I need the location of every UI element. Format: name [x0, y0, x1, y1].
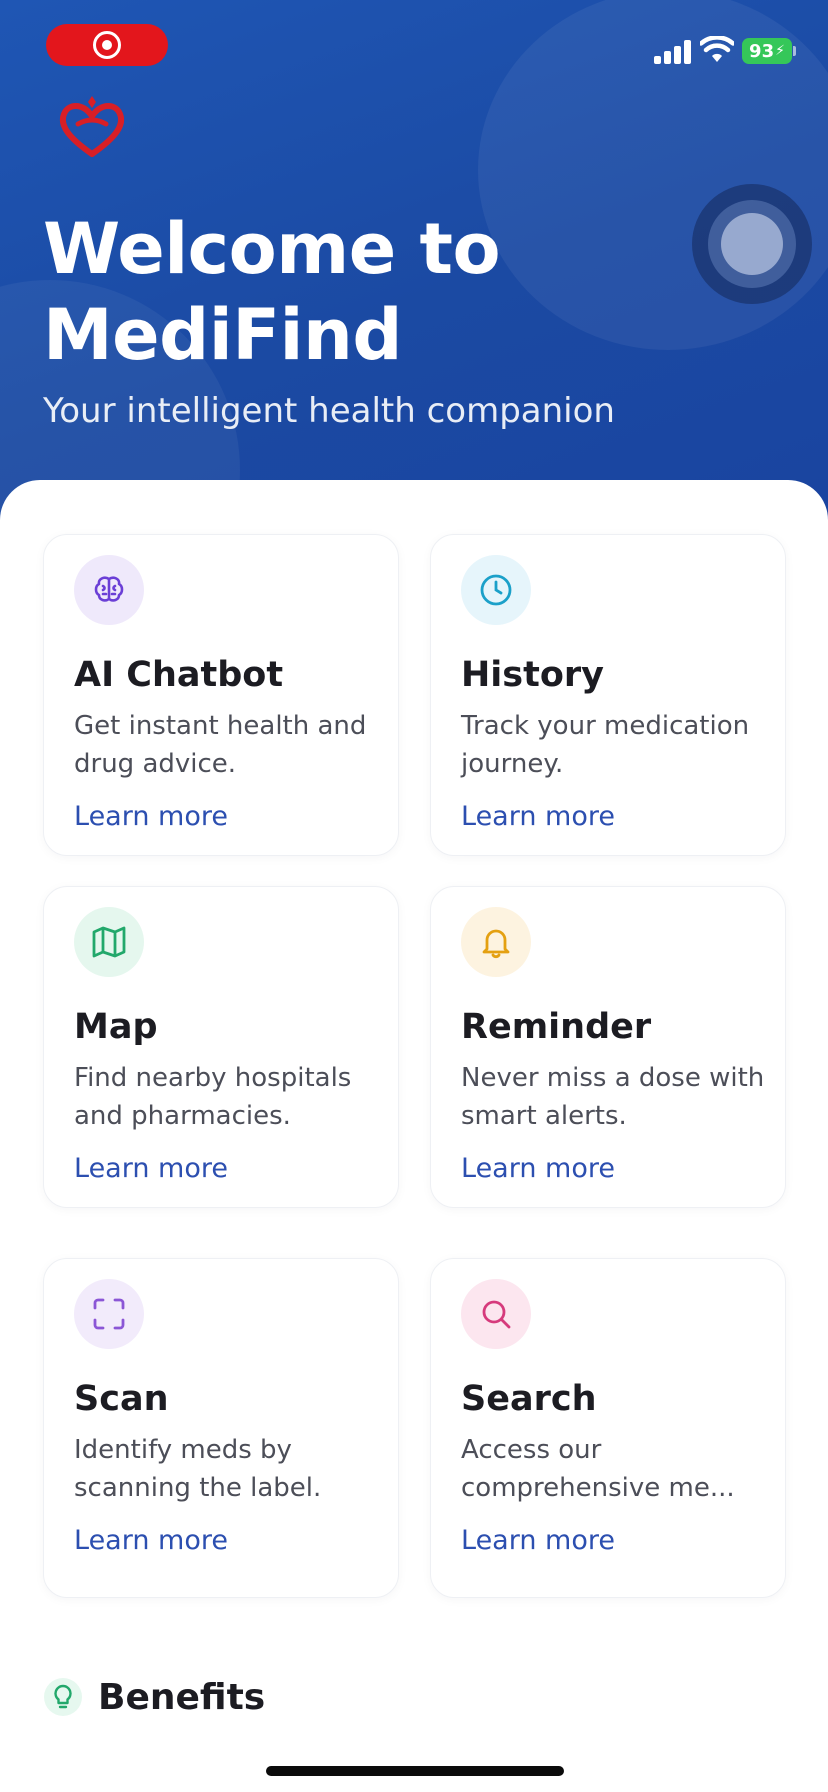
- page-title: Welcome to MediFind: [43, 208, 501, 376]
- feature-description: Never miss a dose with smart alerts.: [461, 1063, 765, 1131]
- map-icon: [74, 907, 144, 977]
- cellular-signal-icon: [654, 40, 692, 64]
- brain-icon: [74, 555, 144, 625]
- lightbulb-icon: [44, 1678, 82, 1716]
- feature-card-history[interactable]: History Track your medication journey. L…: [430, 534, 786, 856]
- learn-more-link[interactable]: Learn more: [74, 1523, 228, 1559]
- page-subtitle: Your intelligent health companion: [43, 391, 615, 431]
- feature-card-ai-chatbot[interactable]: AI Chatbot Get instant health and drug a…: [43, 534, 399, 856]
- assistive-touch-button[interactable]: [692, 184, 812, 304]
- battery-nub: [793, 46, 796, 56]
- feature-description: Track your medication journey.: [461, 711, 750, 779]
- feature-card-reminder[interactable]: Reminder Never miss a dose with smart al…: [430, 886, 786, 1208]
- feature-description: Find nearby hospitals and pharmacies.: [74, 1063, 352, 1131]
- learn-more-link[interactable]: Learn more: [74, 1151, 228, 1187]
- learn-more-link[interactable]: Learn more: [74, 799, 228, 835]
- battery-indicator: 93 ⚡: [742, 38, 792, 64]
- bell-icon: [461, 907, 531, 977]
- feature-description: Get instant health and drug advice.: [74, 711, 367, 779]
- feature-title: Map: [74, 1007, 158, 1047]
- scan-icon: [74, 1279, 144, 1349]
- feature-title: History: [461, 655, 604, 695]
- feature-title: AI Chatbot: [74, 655, 284, 695]
- hero-header: 93 ⚡ Welcome to MediFind Your intelligen…: [0, 0, 828, 520]
- learn-more-link[interactable]: Learn more: [461, 1151, 615, 1187]
- wifi-icon: [700, 36, 734, 62]
- learn-more-link[interactable]: Learn more: [461, 799, 615, 835]
- screen-recording-indicator[interactable]: [46, 24, 168, 66]
- battery-level: 93: [749, 40, 775, 62]
- status-bar: 93 ⚡: [0, 0, 828, 90]
- medifind-logo: [59, 96, 125, 157]
- feature-title: Search: [461, 1379, 597, 1419]
- feature-description: Access our comprehensive me...: [461, 1435, 735, 1503]
- feature-card-map[interactable]: Map Find nearby hospitals and pharmacies…: [43, 886, 399, 1208]
- feature-card-search[interactable]: Search Access our comprehensive me... Le…: [430, 1258, 786, 1598]
- clock-icon: [461, 555, 531, 625]
- feature-card-scan[interactable]: Scan Identify meds by scanning the label…: [43, 1258, 399, 1598]
- home-indicator[interactable]: [266, 1766, 564, 1776]
- benefits-section-header: Benefits: [44, 1672, 265, 1722]
- feature-title: Scan: [74, 1379, 169, 1419]
- feature-title: Reminder: [461, 1007, 652, 1047]
- learn-more-link[interactable]: Learn more: [461, 1523, 615, 1559]
- section-title: Benefits: [98, 1676, 266, 1718]
- search-icon: [461, 1279, 531, 1349]
- feature-description: Identify meds by scanning the label.: [74, 1435, 322, 1503]
- record-icon: [93, 31, 121, 59]
